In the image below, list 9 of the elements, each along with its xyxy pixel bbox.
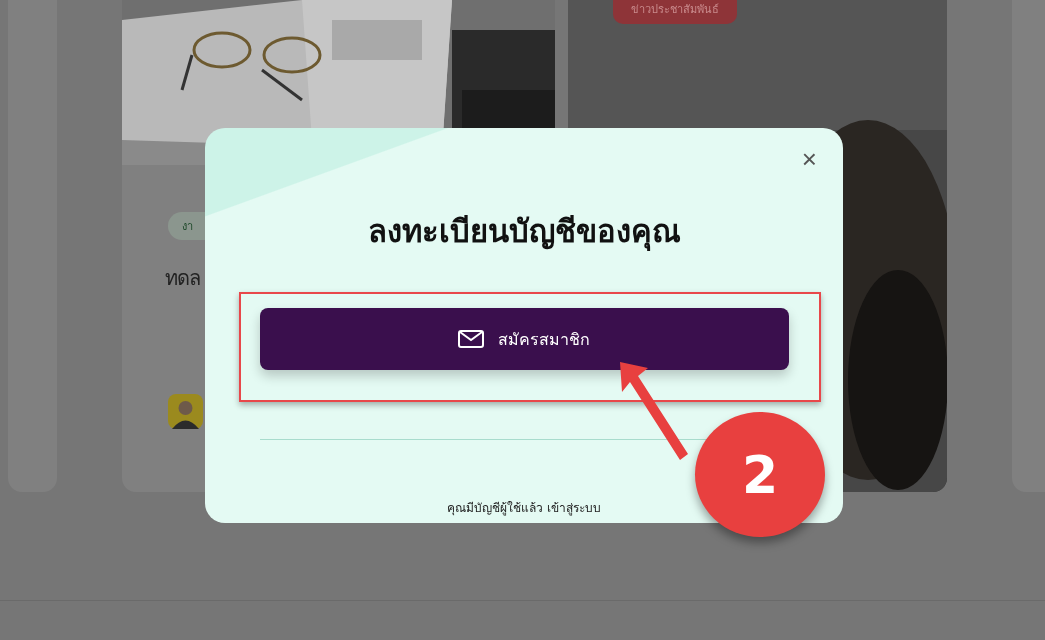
mail-icon bbox=[458, 330, 484, 348]
close-button[interactable]: × bbox=[797, 144, 821, 175]
category-tag: ข่าวประชาสัมพันธ์ bbox=[613, 0, 737, 24]
signup-button[interactable]: สมัครสมาชิก bbox=[259, 308, 789, 370]
dialog-title: ลงทะเบียนบัญชีของคุณ bbox=[367, 212, 681, 253]
login-link[interactable]: เข้าสู่ระบบ bbox=[547, 498, 601, 517]
article-title: ทดล bbox=[165, 265, 200, 292]
avatar bbox=[168, 394, 203, 429]
footer-text: คุณมีบัญชีผู้ใช้แล้ว bbox=[447, 500, 543, 517]
